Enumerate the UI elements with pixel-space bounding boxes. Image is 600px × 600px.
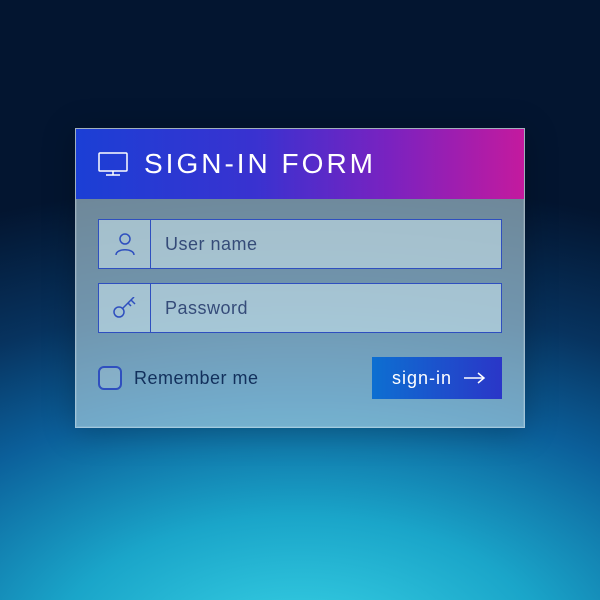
key-icon	[99, 284, 151, 332]
password-input[interactable]	[151, 284, 501, 332]
remember-me-toggle[interactable]: Remember me	[98, 366, 259, 390]
card-header: SIGN-IN FORM	[76, 129, 524, 199]
checkbox-icon	[98, 366, 122, 390]
form-title: SIGN-IN FORM	[144, 148, 376, 180]
username-input[interactable]	[151, 220, 501, 268]
monitor-icon	[98, 152, 128, 176]
signin-card: SIGN-IN FORM	[75, 128, 525, 428]
signin-button[interactable]: sign-in	[372, 357, 502, 399]
username-field[interactable]	[98, 219, 502, 269]
form-footer: Remember me sign-in	[98, 357, 502, 399]
remember-me-label: Remember me	[134, 368, 259, 389]
signin-button-label: sign-in	[392, 368, 452, 389]
password-field[interactable]	[98, 283, 502, 333]
user-icon	[99, 220, 151, 268]
arrow-right-icon	[464, 368, 486, 389]
card-body: Remember me sign-in	[76, 199, 524, 427]
